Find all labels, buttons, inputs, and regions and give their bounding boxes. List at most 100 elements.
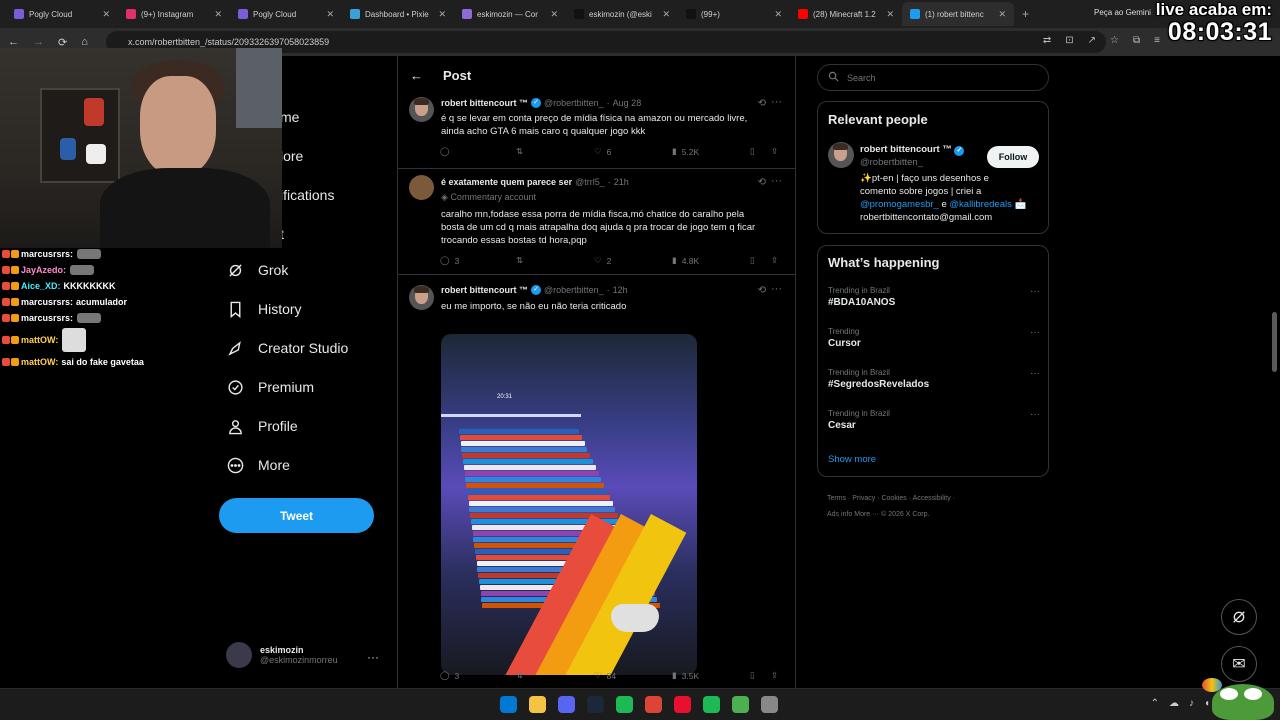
nav-creator-studio[interactable]: Creator Studio (226, 339, 348, 357)
tab-close-icon[interactable]: ✕ (774, 9, 782, 20)
install-icon[interactable]: ⊡ (1065, 35, 1073, 46)
nav-history[interactable]: History (226, 300, 302, 318)
browser-tab[interactable]: Dashboard • Pixie ✕ (342, 2, 454, 26)
tweet-more-icon[interactable]: ··· (771, 175, 782, 187)
tweet[interactable]: robert bittencourt ™ ✓ @robertbitten_ · … (398, 275, 795, 688)
tweet-button[interactable]: Tweet (219, 498, 374, 533)
tweet-handle[interactable]: @trrl5_ (575, 177, 605, 187)
footer-terms[interactable]: Terms (827, 495, 846, 502)
browser-tab[interactable]: Pogly Cloud ✕ (6, 2, 118, 26)
trend-item[interactable]: Trending in Brazil #BDA10ANOS ··· (828, 286, 1040, 308)
tweet-author-name[interactable]: robert bittencourt ™ (441, 285, 528, 295)
browser-tab[interactable]: (99+) ✕ (678, 2, 790, 26)
share-icon[interactable]: ↗ (1088, 35, 1096, 46)
retweet-button[interactable]: ⇅ (516, 255, 528, 266)
show-more-link[interactable]: Show more (828, 454, 876, 465)
trend-item[interactable]: Trending in Brazil #SegredosRevelados ··… (828, 368, 1040, 390)
views-button[interactable]: ▮ 5.2K (672, 146, 699, 157)
follow-button[interactable]: Follow (987, 146, 1039, 168)
cloud-icon[interactable]: ☁ (1169, 698, 1179, 709)
retweet-button[interactable]: ⇅ (516, 146, 528, 157)
trend-more-icon[interactable]: ··· (1030, 368, 1040, 379)
taskbar-app-icon[interactable] (558, 696, 575, 713)
nav-grok[interactable]: Grok (226, 261, 288, 279)
browser-tab[interactable]: (28) Minecraft 1.2 ✕ (790, 2, 902, 26)
reply-button[interactable]: ◯ 3 (440, 255, 459, 266)
taskbar-app-icon[interactable] (529, 696, 546, 713)
browser-tab[interactable]: (9+) Instagram ✕ (118, 2, 230, 26)
tab-close-icon[interactable]: ✕ (998, 9, 1006, 20)
footer-more[interactable]: More ··· (854, 511, 879, 518)
share-button[interactable]: ⇪ (771, 146, 778, 157)
tweet-avatar[interactable] (409, 285, 434, 310)
tweet-media-image[interactable]: 20:31 (441, 334, 697, 675)
nav-explore-partial[interactable]: lore (280, 148, 303, 164)
search-input[interactable] (847, 72, 1027, 83)
bio-mention-link[interactable]: @kallibredeals (949, 199, 1011, 210)
tweet-author-name[interactable]: é exatamente quem parece ser (441, 177, 572, 187)
tweet-more-icon[interactable]: ··· (771, 96, 782, 108)
like-button[interactable]: ♡ 84 (594, 670, 616, 681)
tweet-avatar[interactable] (409, 97, 434, 122)
tweet-more-icon[interactable]: ··· (771, 283, 782, 295)
views-button[interactable]: ▮ 4.8K (672, 255, 699, 266)
new-tab-button[interactable]: + (1014, 7, 1037, 21)
reply-button[interactable]: ◯ (440, 146, 455, 157)
forward-icon[interactable]: → (33, 36, 44, 48)
nav-premium[interactable]: Premium (226, 378, 314, 396)
home-icon[interactable]: ⌂ (81, 36, 88, 48)
trend-item[interactable]: Trending Cursor ··· (828, 327, 1040, 349)
bookmark-button[interactable]: ▯ (750, 255, 755, 266)
tab-close-icon[interactable]: ✕ (326, 9, 334, 20)
views-button[interactable]: ▮ 3.5K (672, 670, 699, 681)
tab-close-icon[interactable]: ✕ (886, 9, 894, 20)
back-icon[interactable]: ← (8, 36, 19, 48)
tab-close-icon[interactable]: ✕ (662, 9, 670, 20)
footer-privacy[interactable]: Privacy (852, 495, 875, 502)
trend-more-icon[interactable]: ··· (1030, 327, 1040, 338)
taskbar-app-icon[interactable] (587, 696, 604, 713)
back-arrow-icon[interactable]: ← (410, 68, 423, 83)
account-switcher[interactable]: eskimozin @eskimozinmorreu ··· (226, 642, 391, 668)
reply-button[interactable]: ◯ 3 (440, 670, 459, 681)
nav-profile[interactable]: Profile (226, 417, 298, 435)
gemini-button[interactable]: Peça ao Gemini (1094, 8, 1151, 17)
nav-home-partial[interactable]: me (280, 109, 299, 125)
taskbar-app-icon[interactable] (500, 696, 517, 713)
trend-more-icon[interactable]: ··· (1030, 409, 1040, 420)
grok-explain-icon[interactable]: ⟲ (758, 177, 766, 188)
tweet-avatar[interactable] (409, 175, 434, 200)
share-button[interactable]: ⇪ (771, 255, 778, 266)
taskbar-app-icon[interactable] (645, 696, 662, 713)
tweet-time[interactable]: 12h (613, 285, 628, 295)
bookmark-button[interactable]: ▯ (750, 670, 755, 681)
nav-more[interactable]: More (226, 456, 290, 474)
grok-explain-icon[interactable]: ⟲ (758, 285, 766, 296)
trend-more-icon[interactable]: ··· (1030, 286, 1040, 297)
browser-tab[interactable]: Pogly Cloud ✕ (230, 2, 342, 26)
retweet-button[interactable]: ⇅ (516, 670, 528, 681)
taskbar-app-icon[interactable] (616, 696, 633, 713)
tab-close-icon[interactable]: ✕ (438, 9, 446, 20)
like-button[interactable]: ♡ 2 (594, 255, 611, 266)
taskbar-app-icon[interactable] (761, 696, 778, 713)
tweet[interactable]: robert bittencourt ™ ✓ @robertbitten_ · … (398, 94, 795, 169)
taskbar-app-icon[interactable] (703, 696, 720, 713)
share-button[interactable]: ⇪ (771, 670, 778, 681)
reload-icon[interactable]: ⟳ (58, 36, 67, 49)
tweet-time[interactable]: 21h (614, 177, 629, 187)
tweet[interactable]: é exatamente quem parece ser @trrl5_ · 2… (398, 169, 795, 275)
footer-cookies[interactable]: Cookies (881, 495, 906, 502)
bookmark-button[interactable]: ▯ (750, 146, 755, 157)
account-more-icon[interactable]: ··· (367, 650, 379, 664)
tray-chevron-icon[interactable]: ⌃ (1151, 698, 1159, 709)
tab-close-icon[interactable]: ✕ (214, 9, 222, 20)
browser-tab[interactable]: eskimozin (@eski ✕ (566, 2, 678, 26)
nav-notifications-partial[interactable]: ifications (280, 187, 334, 203)
footer-accessibility[interactable]: Accessibility (913, 495, 951, 502)
star-icon[interactable]: ☆ (1110, 35, 1119, 46)
trend-item[interactable]: Trending in Brazil Cesar ··· (828, 409, 1040, 431)
footer-ads-info[interactable]: Ads info (827, 511, 852, 518)
grok-explain-icon[interactable]: ⟲ (758, 98, 766, 109)
browser-tab[interactable]: (1) robert bittenc ✕ (902, 2, 1014, 26)
